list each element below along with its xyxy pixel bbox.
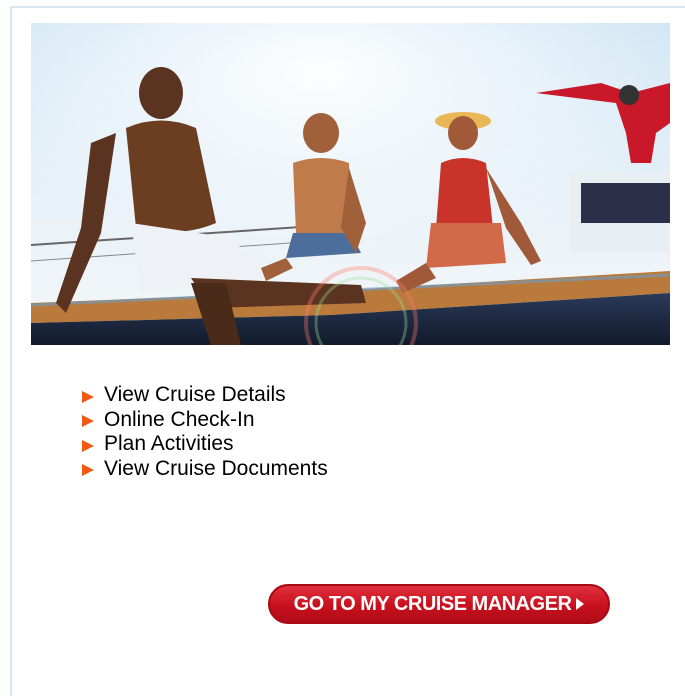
orange-arrow-icon xyxy=(82,439,94,452)
quick-links-list: View Cruise Details Online Check-In Plan… xyxy=(82,383,328,481)
orange-arrow-icon xyxy=(82,415,94,428)
hero-image xyxy=(31,23,670,345)
link-online-check-in[interactable]: Online Check-In xyxy=(82,408,328,433)
link-view-cruise-documents[interactable]: View Cruise Documents xyxy=(82,457,328,482)
go-to-my-cruise-manager-button[interactable]: GO TO MY CRUISE MANAGER xyxy=(268,584,610,624)
link-label: Plan Activities xyxy=(104,432,234,456)
link-label: Online Check-In xyxy=(104,407,255,431)
chevron-right-icon xyxy=(576,598,585,610)
orange-arrow-icon xyxy=(82,464,94,477)
link-plan-activities[interactable]: Plan Activities xyxy=(82,432,328,457)
link-view-cruise-details[interactable]: View Cruise Details xyxy=(82,383,328,408)
link-label: View Cruise Documents xyxy=(104,456,328,480)
cta-label: GO TO MY CRUISE MANAGER xyxy=(293,592,572,615)
link-label: View Cruise Details xyxy=(104,383,286,407)
orange-arrow-icon xyxy=(82,390,94,403)
